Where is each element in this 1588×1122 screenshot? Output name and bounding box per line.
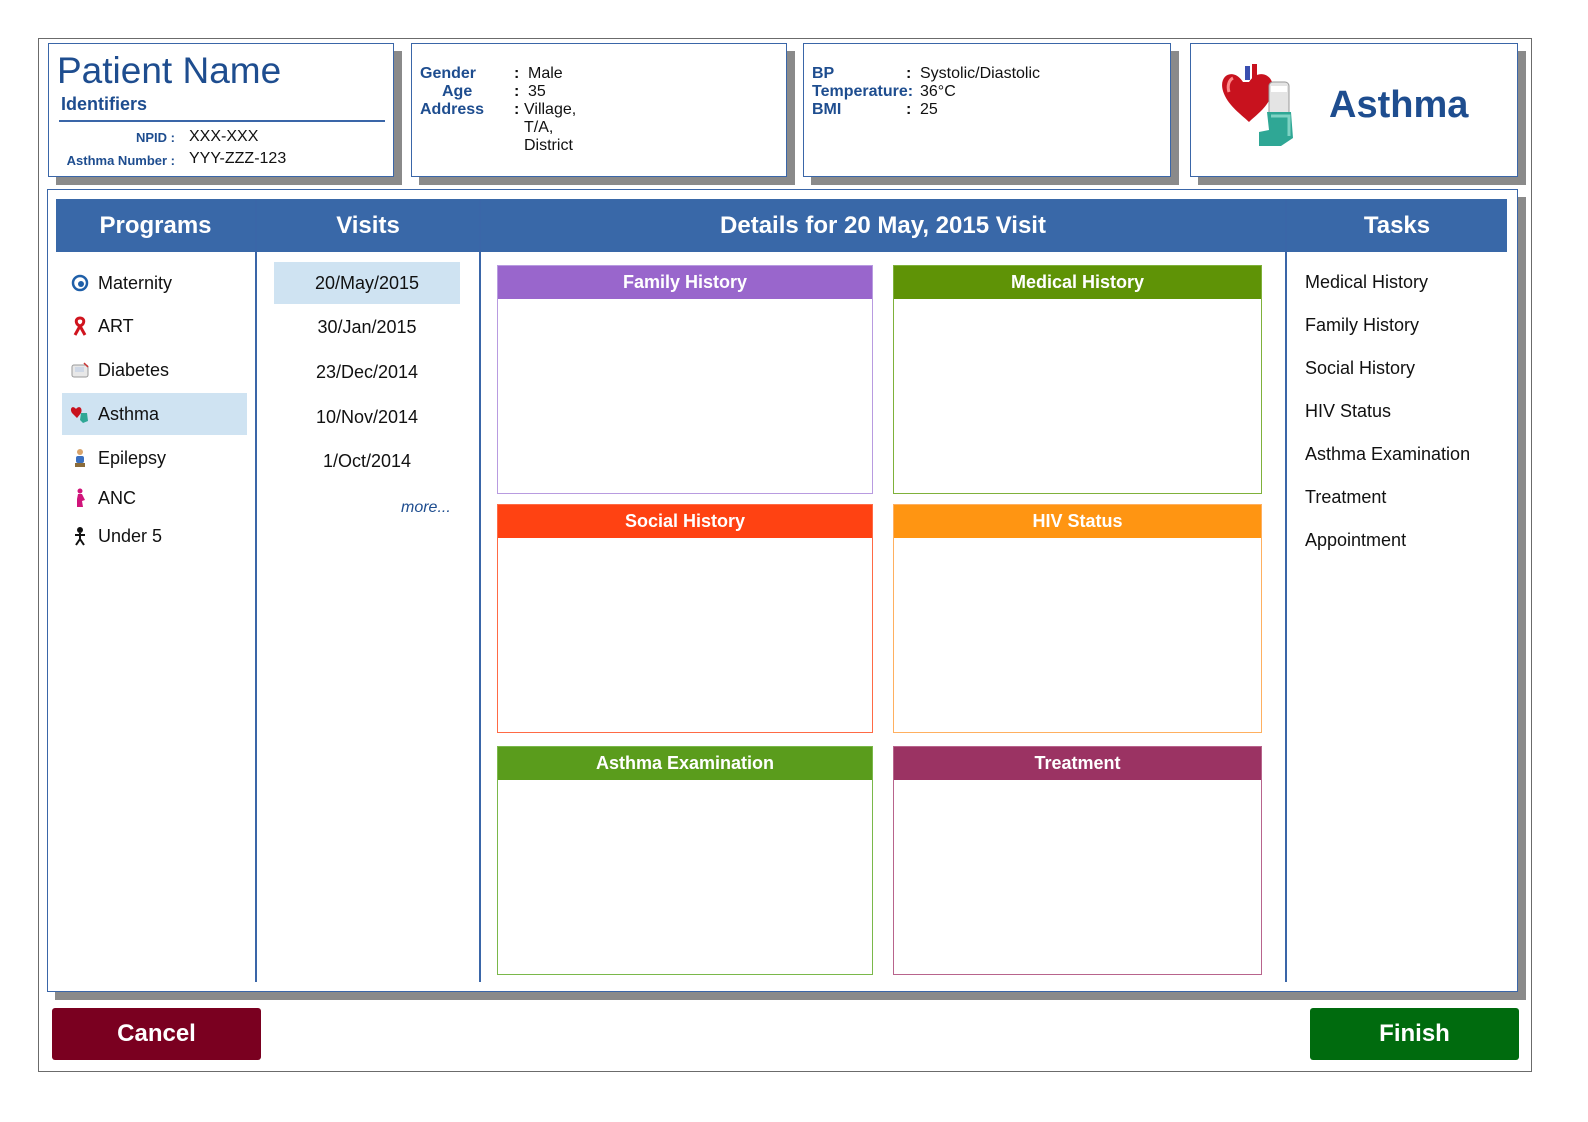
task-social-history[interactable]: Social History	[1305, 358, 1415, 379]
task-family-history[interactable]: Family History	[1305, 315, 1419, 336]
age-label: Age	[442, 83, 473, 100]
tasks-header: Tasks	[1287, 199, 1507, 252]
task-appointment[interactable]: Appointment	[1305, 530, 1406, 551]
program-label: Asthma	[98, 403, 160, 424]
program-label: ANC	[98, 487, 137, 508]
bmi-value: 25	[920, 101, 938, 118]
medical-history-title: Medical History	[894, 266, 1261, 299]
gender-value: Male	[528, 65, 563, 82]
heart-inhaler-icon	[70, 403, 90, 425]
column-divider	[1285, 199, 1287, 982]
social-history-title: Social History	[498, 505, 872, 538]
program-label: Under 5	[98, 525, 163, 546]
seated-person-icon	[70, 447, 90, 469]
medical-history-box: Medical History	[893, 265, 1262, 494]
program-label: Diabetes	[98, 359, 170, 380]
glucometer-icon	[70, 359, 90, 381]
family-history-box: Family History	[497, 265, 873, 494]
pregnant-woman-icon	[70, 487, 90, 509]
visit-item[interactable]: 1/Oct/2014	[274, 440, 460, 482]
bmi-colon: :	[906, 101, 912, 118]
maternity-icon	[70, 272, 90, 294]
bp-colon: :	[906, 65, 912, 82]
demographics-card: Gender : Male Age : 35 Address : Village…	[411, 43, 787, 177]
gender-label: Gender	[420, 65, 477, 82]
address-line-2: T/A,	[524, 119, 554, 136]
task-asthma-examination[interactable]: Asthma Examination	[1305, 444, 1470, 465]
details-header: Details for 20 May, 2015 Visit	[481, 199, 1285, 252]
task-hiv-status[interactable]: HIV Status	[1305, 401, 1391, 422]
program-label: Maternity	[98, 272, 173, 293]
program-item-art[interactable]: ART	[62, 305, 247, 347]
task-treatment[interactable]: Treatment	[1305, 487, 1386, 508]
npid-value: XXX-XXX	[189, 128, 259, 145]
visit-item[interactable]: 23/Dec/2014	[274, 351, 460, 393]
asthma-examination-title: Asthma Examination	[498, 747, 872, 780]
program-title: Asthma	[1329, 84, 1469, 126]
visit-item[interactable]: 30/Jan/2015	[274, 306, 460, 348]
address-colon: :	[514, 101, 520, 118]
asthma-number-value: YYY-ZZZ-123	[189, 150, 287, 167]
treatment-title: Treatment	[894, 747, 1261, 780]
red-ribbon-icon	[70, 315, 90, 337]
more-visits-link[interactable]: more...	[401, 499, 451, 517]
visit-item[interactable]: 20/May/2015	[274, 262, 460, 304]
hiv-status-box: HIV Status	[893, 504, 1262, 733]
address-line-1: Village,	[524, 101, 577, 118]
heart-inhaler-icon	[1222, 64, 1293, 146]
social-history-box: Social History	[497, 504, 873, 733]
hiv-status-title: HIV Status	[894, 505, 1261, 538]
program-item-under-5[interactable]: Under 5	[62, 515, 247, 557]
vitals-card: BP : Systolic/Diastolic Temperature: 36°…	[803, 43, 1171, 177]
finish-button[interactable]: Finish	[1310, 1008, 1519, 1060]
temperature-value: 36°C	[920, 83, 956, 100]
temperature-label: Temperature:	[812, 83, 914, 100]
identifiers-divider	[59, 120, 385, 122]
age-colon: :	[514, 83, 520, 100]
main-panel: Programs Visits Details for 20 May, 2015…	[47, 189, 1518, 992]
asthma-examination-box: Asthma Examination	[497, 746, 873, 975]
identifiers-heading: Identifiers	[61, 94, 148, 114]
program-item-asthma[interactable]: Asthma	[62, 393, 247, 435]
gender-colon: :	[514, 65, 520, 82]
visits-header: Visits	[257, 199, 479, 252]
cancel-button[interactable]: Cancel	[52, 1008, 261, 1060]
column-divider	[479, 199, 481, 982]
bp-value: Systolic/Diastolic	[920, 65, 1041, 82]
child-icon	[70, 525, 90, 547]
program-label: ART	[98, 315, 134, 336]
asthma-number-label: Asthma Number :	[66, 153, 175, 168]
npid-label: NPID :	[136, 130, 175, 145]
bmi-label: BMI	[812, 101, 842, 118]
task-medical-history[interactable]: Medical History	[1305, 272, 1428, 293]
program-banner-card: Asthma	[1190, 43, 1518, 177]
patient-card: Patient Name Identifiers NPID : XXX-XXX …	[48, 43, 394, 177]
patient-name: Patient Name	[57, 50, 282, 91]
bp-label: BP	[812, 65, 835, 82]
program-item-diabetes[interactable]: Diabetes	[62, 349, 247, 391]
family-history-title: Family History	[498, 266, 872, 299]
programs-header: Programs	[56, 199, 255, 252]
program-label: Epilepsy	[98, 447, 167, 468]
visit-item[interactable]: 10/Nov/2014	[274, 396, 460, 438]
program-item-maternity[interactable]: Maternity	[62, 262, 247, 304]
treatment-box: Treatment	[893, 746, 1262, 975]
address-line-3: District	[524, 137, 573, 154]
age-value: 35	[528, 83, 546, 100]
program-item-epilepsy[interactable]: Epilepsy	[62, 437, 247, 479]
address-label: Address	[420, 101, 485, 118]
program-item-anc[interactable]: ANC	[62, 477, 247, 519]
column-divider	[255, 199, 257, 982]
